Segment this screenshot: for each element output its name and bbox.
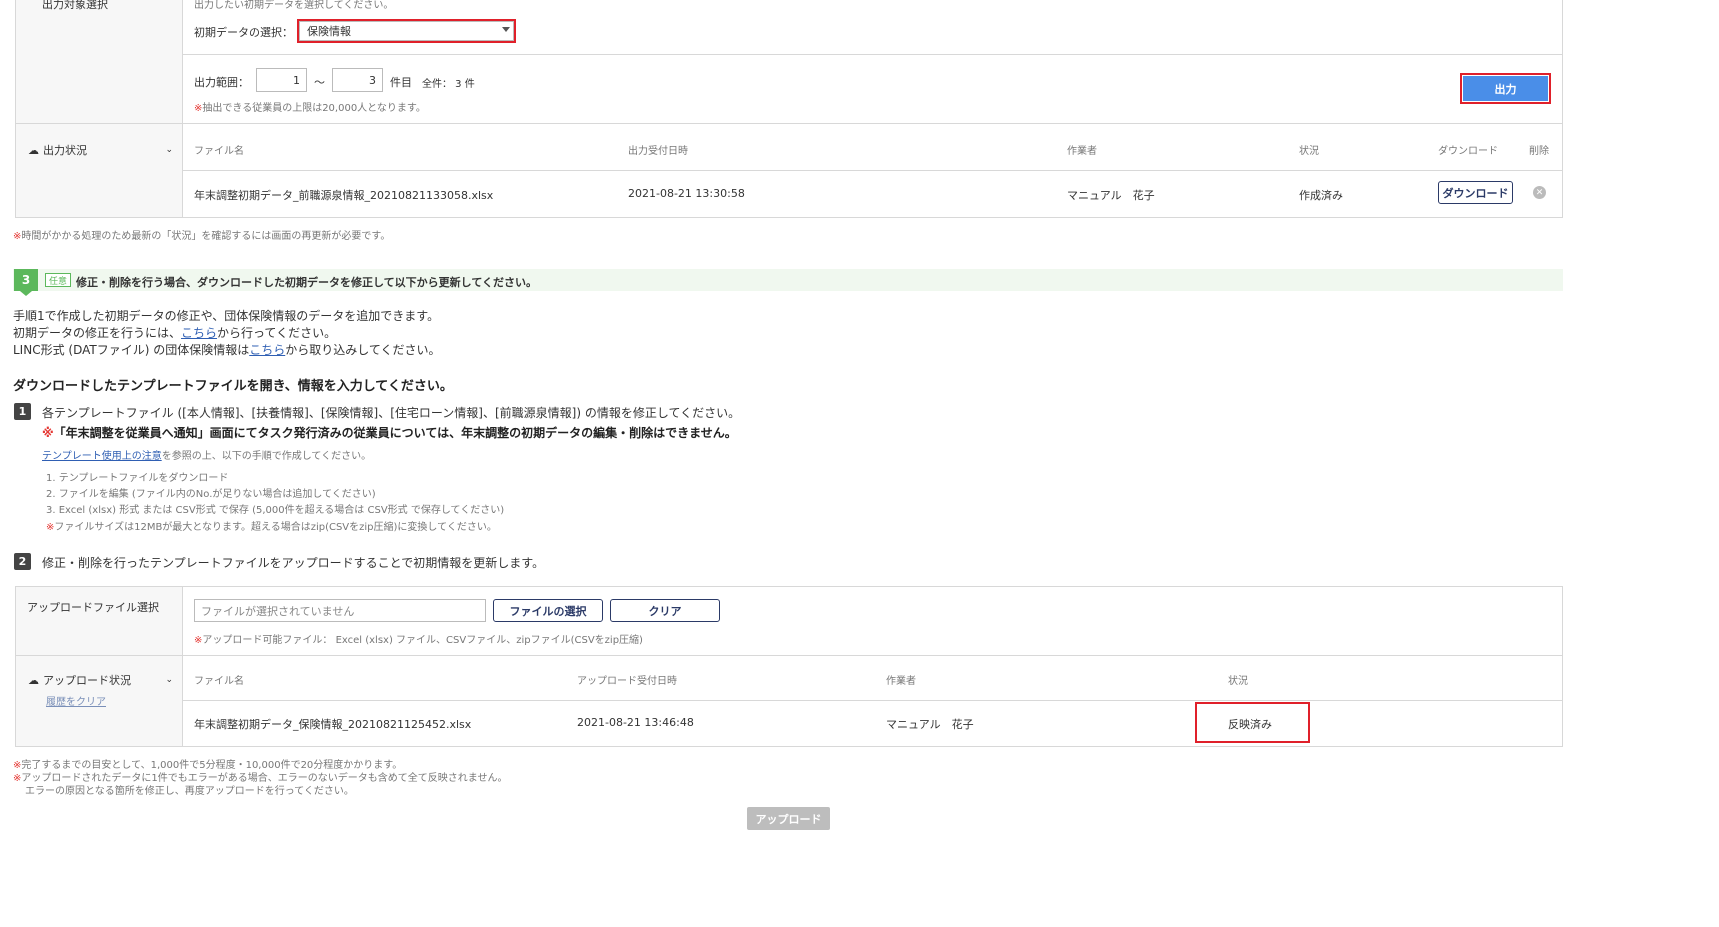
select-label: 初期データの選択：	[194, 26, 293, 39]
delete-icon[interactable]: ✕	[1533, 186, 1546, 199]
step3-intro-2: 初期データの修正を行うには、こちらから行ってください。	[13, 326, 337, 340]
output-col-status: 状況	[1299, 146, 1319, 157]
upload-table-divider	[183, 700, 1563, 701]
download-button[interactable]: ダウンロード	[1438, 181, 1513, 204]
template-step-3: 3. Excel (xlsx) 形式 または CSV形式 で保存 (5,000件…	[46, 505, 505, 516]
output-col-download: ダウンロード	[1438, 146, 1498, 157]
output-button-highlight-frame	[1460, 73, 1551, 104]
sub-step-1-warning: ※「年末調整を従業員へ通知」画面にてタスク発行済みの従業員については、年末調整の…	[42, 426, 737, 440]
limit-note: ※抽出できる従業員の上限は20,000人となります。	[194, 103, 426, 114]
output-status-toggle[interactable]: ☁ 出力状況 ⌄	[28, 142, 173, 158]
range-from-input[interactable]: 1	[256, 68, 307, 92]
chevron-down-icon: ⌄	[165, 675, 173, 685]
sub-step-1-badge: 1	[14, 403, 31, 420]
step3-heading: ダウンロードしたテンプレートファイルを開き、情報を入力してください。	[13, 379, 453, 394]
cloud-icon: ☁	[28, 673, 39, 687]
upload-col-status: 状況	[1228, 676, 1248, 687]
range-to-value: 3	[369, 73, 376, 87]
output-status-divider	[16, 123, 1563, 124]
refresh-note: ※時間がかかる処理のため最新の「状況」を確認するには画面の再更新が必要です。	[13, 231, 391, 242]
range-label: 出力範囲：	[194, 76, 249, 89]
upload-button[interactable]: アップロード	[747, 807, 830, 830]
range-unit: 件目	[390, 76, 412, 89]
file-size-note: ※ファイルサイズは12MBが最大となります。超える場合はzip(CSVをzip圧…	[46, 522, 497, 533]
sub-step-1-text: 各テンプレートファイル ([本人情報]、[扶養情報]、[保険情報]、[住宅ローン…	[42, 406, 741, 420]
chevron-down-icon: ⌄	[165, 145, 173, 155]
status-highlight-frame	[1195, 702, 1310, 743]
output-target-label: 出力対象選択	[42, 0, 108, 11]
output-left-column	[16, 0, 183, 123]
upload-status-toggle[interactable]: ☁ アップロード状況 ⌄	[28, 672, 173, 688]
output-col-delete: 削除	[1529, 146, 1549, 157]
total-count: 全件： 3 件	[422, 79, 475, 90]
output-divider	[183, 54, 1563, 55]
output-status-label: 出力状況	[43, 144, 87, 157]
template-notice-line: テンプレート使用上の注意を参照の上、以下の手順で作成してください。	[42, 451, 372, 462]
range-to-input[interactable]: 3	[332, 68, 383, 92]
output-row-worker: マニュアル 花子	[1067, 189, 1155, 202]
upload-note-3: エラーの原因となる箇所を修正し、再度アップロードを行ってください。	[25, 786, 354, 797]
cloud-icon: ☁	[28, 143, 39, 157]
upload-row-worker: マニュアル 花子	[886, 718, 974, 731]
allowed-files-note: ※アップロード可能ファイル： Excel (xlsx) ファイル、CSVファイル…	[194, 635, 643, 646]
range-from-value: 1	[293, 73, 300, 87]
upload-file-select-label: アップロードファイル選択	[27, 601, 159, 614]
upload-row-datetime: 2021-08-21 13:46:48	[577, 716, 694, 729]
clear-history-link[interactable]: 履歴をクリア	[46, 693, 106, 708]
output-helper-text: 出力したい初期データを選択してください。	[194, 0, 394, 11]
upload-status-divider	[16, 655, 1563, 656]
output-row-status: 作成済み	[1299, 189, 1343, 202]
step3-badge-pointer	[20, 291, 32, 296]
output-col-worker: 作業者	[1067, 146, 1097, 157]
select-file-button[interactable]: ファイルの選択	[493, 599, 603, 622]
template-step-2: 2. ファイルを編集 (ファイル内のNo.が足りない場合は追加してください)	[46, 489, 376, 500]
step3-number-badge: 3	[14, 269, 38, 291]
optional-tag: 任意	[45, 273, 72, 287]
output-status-left-column	[16, 124, 183, 217]
linc-import-link[interactable]: こちら	[249, 343, 285, 357]
upload-row-filename: 年末調整初期データ_保険情報_20210821125452.xlsx	[194, 718, 472, 731]
template-notice-link[interactable]: テンプレート使用上の注意	[42, 451, 162, 462]
sub-step-2-text: 修正・削除を行ったテンプレートファイルをアップロードすることで初期情報を更新しま…	[42, 556, 545, 570]
output-col-datetime: 出力受付日時	[628, 146, 688, 157]
sub-step-2-badge: 2	[14, 553, 31, 570]
output-row-filename: 年末調整初期データ_前職源泉情報_20210821133058.xlsx	[194, 189, 494, 202]
select-highlight-frame	[297, 19, 516, 43]
upload-status-label: アップロード状況	[43, 674, 131, 687]
template-step-1: 1. テンプレートファイルをダウンロード	[46, 473, 229, 484]
clear-button[interactable]: クリア	[610, 599, 720, 622]
upload-col-filename: ファイル名	[194, 676, 244, 687]
output-col-filename: ファイル名	[194, 146, 244, 157]
range-separator: 〜	[314, 76, 325, 89]
file-name-input[interactable]: ファイルが選択されていません	[194, 599, 486, 622]
step3-title: 修正・削除を行う場合、ダウンロードした初期データを修正して以下から更新してくださ…	[76, 276, 538, 289]
step3-intro-3: LINC形式 (DATファイル) の団体保険情報はこちらから取り込みしてください…	[13, 343, 441, 357]
step3-intro-1: 手順1で作成した初期データの修正や、団体保険情報のデータを追加できます。	[13, 309, 440, 323]
edit-initial-data-link[interactable]: こちら	[181, 326, 217, 340]
upload-col-datetime: アップロード受付日時	[577, 676, 677, 687]
output-table-divider	[183, 170, 1563, 171]
output-row-datetime: 2021-08-21 13:30:58	[628, 187, 745, 200]
upload-col-worker: 作業者	[886, 676, 916, 687]
